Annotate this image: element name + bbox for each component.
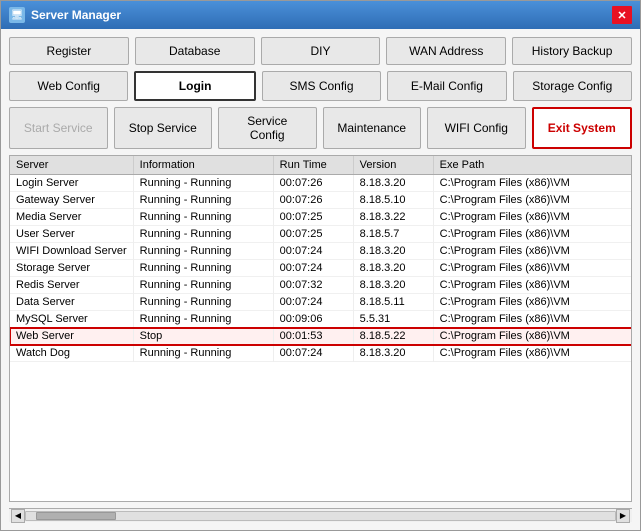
scrollbar-thumb[interactable] [36, 512, 116, 520]
scroll-left-button[interactable]: ◀ [11, 509, 25, 523]
toolbar-row-1: Register Database DIY WAN Address Histor… [9, 37, 632, 65]
server-table: Server Information Run Time Version Exe … [10, 156, 632, 362]
login-button[interactable]: Login [134, 71, 255, 101]
horizontal-scrollbar[interactable]: ◀ ▶ [9, 508, 632, 522]
table-row[interactable]: Storage ServerRunning - Running00:07:248… [10, 260, 632, 277]
col-version: Version [353, 156, 433, 175]
table-row[interactable]: Watch DogRunning - Running00:07:248.18.3… [10, 345, 632, 362]
email-config-button[interactable]: E-Mail Config [387, 71, 506, 101]
table-row[interactable]: Gateway ServerRunning - Running00:07:268… [10, 192, 632, 209]
sms-config-button[interactable]: SMS Config [262, 71, 381, 101]
col-server: Server [10, 156, 133, 175]
diy-button[interactable]: DIY [261, 37, 381, 65]
web-config-button[interactable]: Web Config [9, 71, 128, 101]
table-row[interactable]: Login ServerRunning - Running00:07:268.1… [10, 175, 632, 192]
wifi-config-button[interactable]: WIFI Config [427, 107, 526, 149]
scroll-right-button[interactable]: ▶ [616, 509, 630, 523]
table-row[interactable]: Web ServerStop00:01:538.18.5.22C:\Progra… [10, 328, 632, 345]
title-bar: 🖥 Server Manager ✕ [1, 1, 640, 29]
exit-system-button[interactable]: Exit System [532, 107, 633, 149]
start-service-button[interactable]: Start Service [9, 107, 108, 149]
server-table-container[interactable]: Server Information Run Time Version Exe … [9, 155, 632, 502]
col-path: Exe Path [433, 156, 632, 175]
register-button[interactable]: Register [9, 37, 129, 65]
close-button[interactable]: ✕ [612, 6, 632, 24]
window-title: Server Manager [31, 8, 121, 22]
scrollbar-track[interactable] [25, 511, 616, 521]
table-row[interactable]: Redis ServerRunning - Running00:07:328.1… [10, 277, 632, 294]
col-info: Information [133, 156, 273, 175]
toolbar-row-3: Start Service Stop Service Service Confi… [9, 107, 632, 149]
main-content: Register Database DIY WAN Address Histor… [1, 29, 640, 530]
history-backup-button[interactable]: History Backup [512, 37, 632, 65]
maintenance-button[interactable]: Maintenance [323, 107, 422, 149]
table-header: Server Information Run Time Version Exe … [10, 156, 632, 175]
database-button[interactable]: Database [135, 37, 255, 65]
table-body: Login ServerRunning - Running00:07:268.1… [10, 175, 632, 362]
toolbar-row-2: Web Config Login SMS Config E-Mail Confi… [9, 71, 632, 101]
table-row[interactable]: MySQL ServerRunning - Running00:09:065.5… [10, 311, 632, 328]
service-config-button[interactable]: Service Config [218, 107, 317, 149]
wan-address-button[interactable]: WAN Address [386, 37, 506, 65]
storage-config-button[interactable]: Storage Config [513, 71, 632, 101]
col-runtime: Run Time [273, 156, 353, 175]
table-row[interactable]: User ServerRunning - Running00:07:258.18… [10, 226, 632, 243]
window-icon: 🖥 [9, 7, 25, 23]
table-row[interactable]: WIFI Download ServerRunning - Running00:… [10, 243, 632, 260]
title-bar-left: 🖥 Server Manager [9, 7, 121, 23]
table-row[interactable]: Data ServerRunning - Running00:07:248.18… [10, 294, 632, 311]
stop-service-button[interactable]: Stop Service [114, 107, 213, 149]
main-window: 🖥 Server Manager ✕ Register Database DIY… [0, 0, 641, 531]
table-row[interactable]: Media ServerRunning - Running00:07:258.1… [10, 209, 632, 226]
